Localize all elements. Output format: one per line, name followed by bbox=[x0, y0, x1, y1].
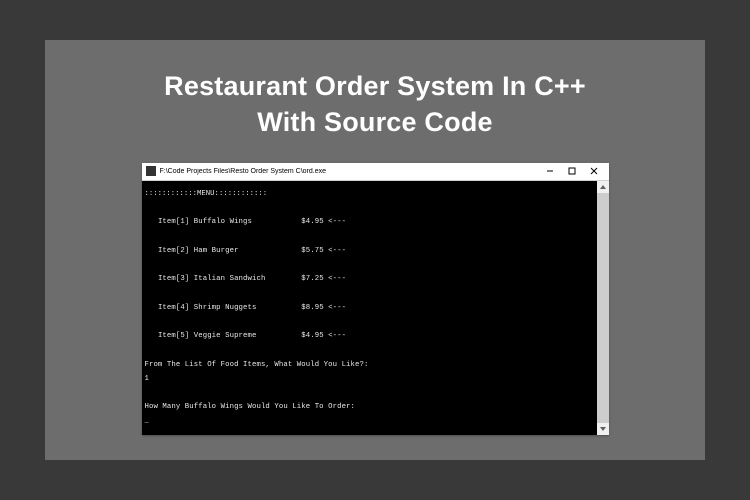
menu-item: Item[3] Italian Sandwich $7.25 <--- bbox=[158, 275, 346, 283]
page-title: Restaurant Order System In C++ With Sour… bbox=[134, 68, 616, 141]
prompt-text: How Many Buffalo Wings Would You Like To… bbox=[145, 403, 356, 411]
app-icon bbox=[146, 166, 156, 176]
close-icon bbox=[590, 167, 598, 175]
maximize-icon bbox=[568, 167, 576, 175]
minimize-icon bbox=[546, 167, 554, 175]
menu-item: Item[2] Ham Burger $5.75 <--- bbox=[158, 247, 346, 255]
headline-line-2: With Source Code bbox=[257, 107, 492, 137]
menu-item: Item[5] Veggie Supreme $4.95 <--- bbox=[158, 332, 346, 340]
maximize-button[interactable] bbox=[561, 162, 583, 180]
menu-item: Item[1] Buffalo Wings $4.95 <--- bbox=[158, 218, 346, 226]
titlebar[interactable]: F:\Code Projects Files\Resto Order Syste… bbox=[142, 163, 609, 181]
window-title: F:\Code Projects Files\Resto Order Syste… bbox=[160, 168, 539, 175]
content-card: Restaurant Order System In C++ With Sour… bbox=[45, 40, 705, 460]
window-controls bbox=[539, 162, 605, 180]
scroll-up-button[interactable] bbox=[597, 181, 609, 193]
scroll-down-button[interactable] bbox=[597, 423, 609, 435]
user-input: 1 bbox=[145, 375, 149, 383]
headline-line-1: Restaurant Order System In C++ bbox=[164, 71, 586, 101]
close-button[interactable] bbox=[583, 162, 605, 180]
console-window: F:\Code Projects Files\Resto Order Syste… bbox=[142, 163, 609, 435]
console-output[interactable]: ::::::::::::MENU:::::::::::: Item[1] Buf… bbox=[142, 181, 597, 435]
scroll-thumb[interactable] bbox=[597, 193, 609, 423]
prompt-text: From The List Of Food Items, What Would … bbox=[145, 361, 369, 369]
scroll-track[interactable] bbox=[597, 193, 609, 423]
cursor: _ bbox=[145, 417, 149, 425]
console-area: ::::::::::::MENU:::::::::::: Item[1] Buf… bbox=[142, 181, 609, 435]
minimize-button[interactable] bbox=[539, 162, 561, 180]
menu-item: Item[4] Shrimp Nuggets $8.95 <--- bbox=[158, 304, 346, 312]
menu-header: ::::::::::::MENU:::::::::::: bbox=[145, 190, 268, 198]
vertical-scrollbar[interactable] bbox=[597, 181, 609, 435]
